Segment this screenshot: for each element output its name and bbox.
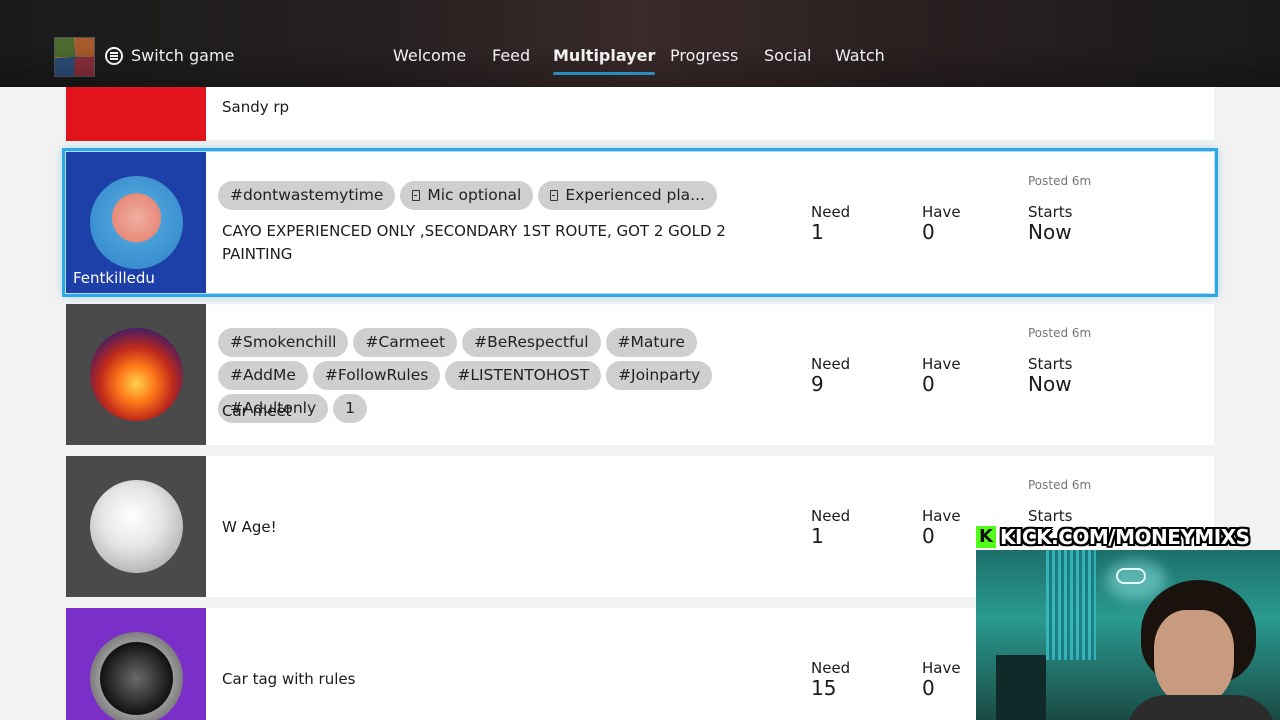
need-value: 1 xyxy=(811,220,824,244)
tab-welcome[interactable]: Welcome xyxy=(393,46,466,65)
have-label: Have xyxy=(922,659,961,677)
need-label: Need xyxy=(811,355,851,373)
starts-label: Starts xyxy=(1028,355,1073,373)
have-label: Have xyxy=(922,507,961,525)
kick-logo-icon: K xyxy=(976,525,996,548)
need-label: Need xyxy=(811,507,851,525)
tag-chip: #BeRespectful xyxy=(462,328,601,357)
tag-chip: #Smokenchill xyxy=(218,328,349,357)
avatar-block xyxy=(66,608,206,720)
tab-social[interactable]: Social xyxy=(764,46,811,65)
tag-chip: #Mature xyxy=(605,328,697,357)
posted-time: Posted 6m xyxy=(1028,174,1092,188)
controller-light-icon xyxy=(1116,568,1146,584)
avatar-block: Fentkilledu xyxy=(66,152,206,293)
game-thumbnail[interactable] xyxy=(54,37,95,77)
avatar-block xyxy=(66,456,206,597)
tag-chip: #Carmeet xyxy=(353,328,458,357)
need-label: Need xyxy=(811,659,851,677)
starts-label: Starts xyxy=(1028,203,1073,221)
username: Fentkilledu xyxy=(73,269,155,287)
avatar xyxy=(90,328,183,421)
need-value: 9 xyxy=(811,372,824,396)
have-value: 0 xyxy=(922,676,935,700)
post-description: CAYO EXPERIENCED ONLY ,SECONDARY 1ST ROU… xyxy=(222,222,726,263)
tag-chip: #LISTENTOHOST xyxy=(445,361,602,390)
starts-value: Now xyxy=(1028,220,1072,244)
skill-icon xyxy=(550,190,559,201)
have-label: Have xyxy=(922,355,961,373)
tab-feed[interactable]: Feed xyxy=(492,46,530,65)
kick-banner: K KICK.COM/MONEYMIXS xyxy=(976,523,1280,550)
need-value: 15 xyxy=(811,676,837,700)
tag-list: #Smokenchill #Carmeet #BeRespectful #Mat… xyxy=(218,328,788,427)
lfg-post-card-selected[interactable]: Fentkilledu #dontwastemytime Mic optiona… xyxy=(62,148,1218,297)
tag-chip: Mic optional xyxy=(400,181,534,210)
need-value: 1 xyxy=(811,524,824,548)
lfg-post-card[interactable]: #Smokenchill #Carmeet #BeRespectful #Mat… xyxy=(66,304,1214,445)
posted-time: Posted 6m xyxy=(1028,478,1092,492)
avatar xyxy=(90,480,183,573)
tag-chip: #Joinparty xyxy=(606,361,713,390)
have-value: 0 xyxy=(922,220,935,244)
tag-chip: #AddMe xyxy=(218,361,308,390)
have-label: Have xyxy=(922,203,961,221)
menu-icon xyxy=(105,46,123,65)
post-description: Sandy rp xyxy=(222,98,290,116)
tag-chip: #dontwastemytime xyxy=(218,181,396,210)
avatar xyxy=(90,176,183,269)
switch-game-label: Switch game xyxy=(131,46,235,65)
tab-watch[interactable]: Watch xyxy=(835,46,885,65)
need-label: Need xyxy=(811,203,851,221)
avatar-block xyxy=(66,304,206,445)
starts-value: Now xyxy=(1028,372,1072,396)
posted-time: Posted 6m xyxy=(1028,326,1092,340)
tag-chip: #FollowRules xyxy=(312,361,441,390)
have-value: 0 xyxy=(922,372,935,396)
tag-list: #dontwastemytime Mic optional Experience… xyxy=(218,181,788,214)
post-description: W Age! xyxy=(222,518,277,536)
have-value: 0 xyxy=(922,524,935,548)
switch-game-button[interactable]: Switch game xyxy=(105,46,234,65)
kick-url: KICK.COM/MONEYMIXS xyxy=(1000,524,1250,549)
tag-count-chip: 1 xyxy=(333,394,368,423)
avatar xyxy=(90,632,183,720)
top-bar: Switch game Welcome Feed Multiplayer Pro… xyxy=(0,0,1280,87)
tab-progress[interactable]: Progress xyxy=(670,46,738,65)
tab-multiplayer[interactable]: Multiplayer xyxy=(553,46,656,75)
mic-icon xyxy=(412,190,421,201)
post-description: Car meet xyxy=(222,402,292,420)
tag-chip: Experienced pla... xyxy=(538,181,717,210)
post-description: Car tag with rules xyxy=(222,670,356,688)
webcam-feed xyxy=(976,550,1280,720)
